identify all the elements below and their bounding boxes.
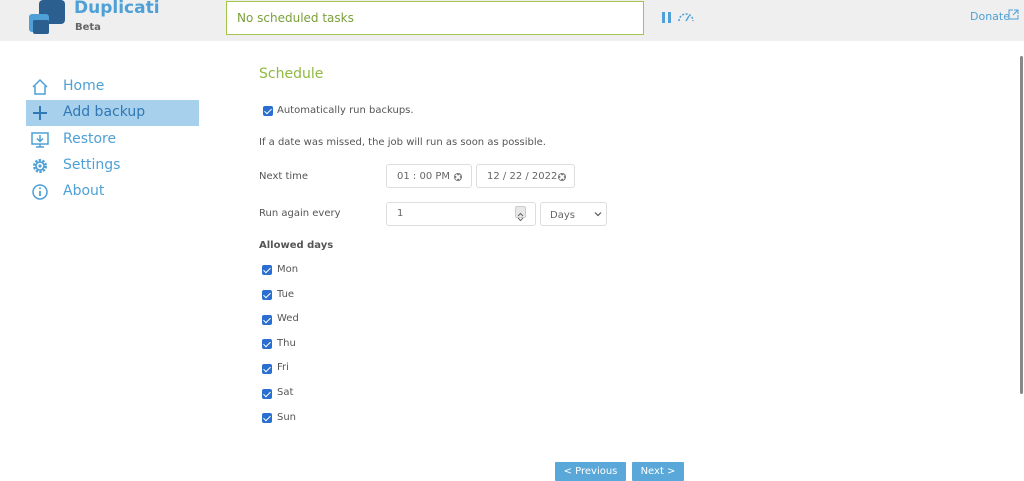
clear-date-icon[interactable] (558, 173, 566, 181)
status-bar[interactable]: No scheduled tasks (226, 1, 644, 35)
next-time-label: Next time (259, 171, 309, 182)
day-checkbox-fri[interactable] (262, 364, 272, 374)
sidebar-item-add-backup[interactable]: Add backup (26, 100, 199, 126)
sidebar-item-label: About (63, 183, 105, 199)
chevron-down-icon (594, 212, 602, 217)
run-again-value: 1 (397, 208, 404, 219)
gear-icon (33, 159, 47, 173)
time-input[interactable]: 01 : 00 PM (386, 164, 472, 188)
spinner-arrows-icon (517, 212, 524, 222)
auto-run-checkbox[interactable] (263, 106, 273, 116)
sidebar-item-label: Add backup (63, 104, 146, 120)
day-label: Wed (277, 313, 299, 324)
day-checkbox-mon[interactable] (262, 265, 272, 275)
day-checkbox-thu[interactable] (262, 339, 272, 349)
status-text: No scheduled tasks (237, 11, 354, 25)
day-checkbox-tue[interactable] (262, 290, 272, 300)
time-value: 01 : 00 PM (397, 171, 451, 182)
run-again-input[interactable]: 1 (386, 202, 536, 226)
clear-time-icon[interactable] (454, 173, 462, 181)
day-checkbox-wed[interactable] (262, 315, 272, 325)
run-again-label: Run again every (259, 208, 341, 219)
sidebar-item-home[interactable]: Home (26, 74, 199, 100)
sidebar-item-about[interactable]: About (26, 179, 199, 205)
sidebar-item-label: Home (63, 78, 105, 94)
day-label: Fri (277, 362, 289, 373)
restore-icon (31, 132, 49, 148)
allowed-days-heading: Allowed days (259, 240, 334, 251)
info-icon (32, 184, 48, 200)
sidebar-item-restore[interactable]: Restore (26, 127, 199, 153)
date-input[interactable]: 12 / 22 / 2022 (476, 164, 575, 188)
duplicati-logo-icon[interactable] (27, 0, 67, 36)
sidebar-item-label: Restore (63, 131, 117, 147)
donate-link[interactable]: Donate (970, 10, 1010, 23)
previous-button[interactable]: < Previous (555, 462, 626, 481)
beta-badge: Beta (75, 22, 101, 33)
day-label: Thu (277, 338, 296, 349)
sidebar-item-settings[interactable]: Settings (26, 153, 199, 179)
sidebar-item-label: Settings (63, 157, 121, 173)
day-checkbox-sat[interactable] (262, 389, 272, 399)
missed-note: If a date was missed, the job will run a… (259, 137, 546, 148)
pause-icon[interactable] (662, 12, 672, 23)
interval-unit-select[interactable]: Days (540, 202, 607, 226)
interval-unit-value: Days (550, 210, 575, 221)
home-icon (32, 78, 48, 95)
date-value: 12 / 22 / 2022 (487, 171, 558, 182)
day-label: Sun (277, 412, 297, 423)
auto-run-label: Automatically run backups. (277, 105, 414, 116)
scrollbar-thumb[interactable] (1020, 56, 1023, 394)
page-title: Schedule (259, 66, 324, 82)
plus-icon (33, 106, 47, 120)
number-spinner[interactable] (515, 206, 526, 222)
brand-name[interactable]: Duplicati (74, 0, 160, 18)
external-link-icon[interactable] (1008, 9, 1019, 20)
next-button[interactable]: Next > (632, 462, 684, 481)
day-label: Tue (277, 289, 295, 300)
day-checkbox-sun[interactable] (262, 413, 272, 423)
day-label: Mon (277, 264, 299, 275)
top-bar: Duplicati Beta No scheduled tasks Donate (0, 0, 1024, 41)
throttle-icon[interactable] (677, 11, 695, 23)
day-label: Sat (277, 387, 294, 398)
